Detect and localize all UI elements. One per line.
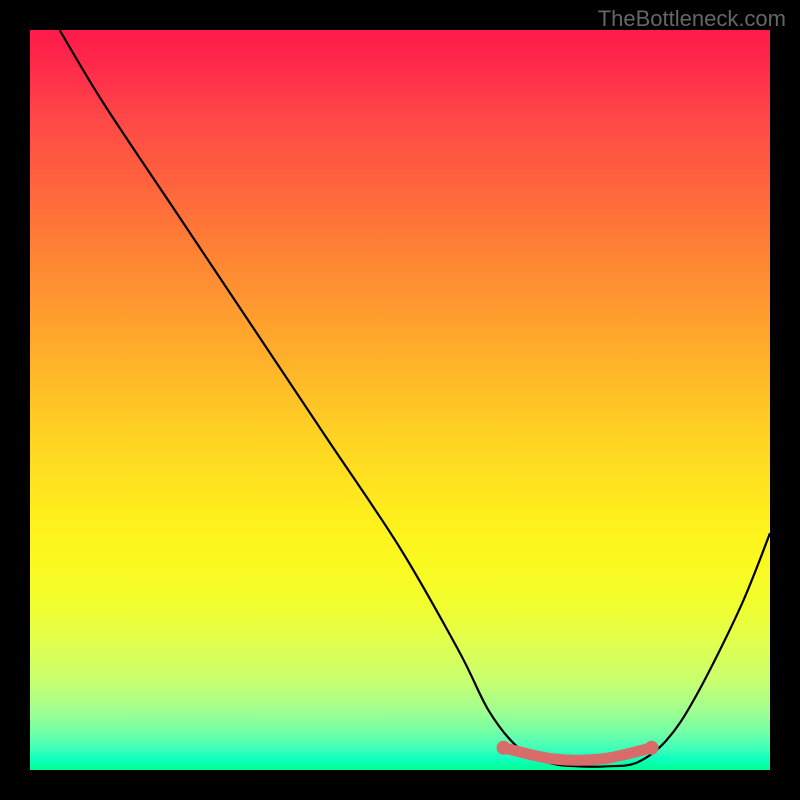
watermark-text: TheBottleneck.com xyxy=(598,6,786,32)
trough-dot-left xyxy=(497,741,511,755)
chart-plot-area xyxy=(30,30,770,770)
trough-band xyxy=(504,748,652,760)
trough-highlight xyxy=(497,741,659,760)
chart-overlay xyxy=(30,30,770,770)
chart-curve xyxy=(60,30,770,767)
trough-dot-right xyxy=(645,741,659,755)
